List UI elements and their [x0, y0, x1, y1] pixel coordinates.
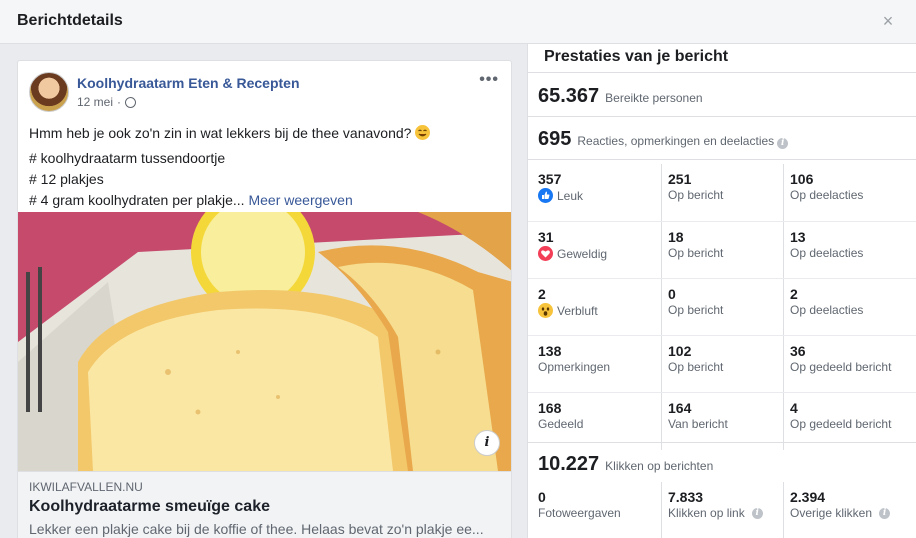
other-clicks: 2.394 — [790, 489, 826, 505]
divider — [528, 159, 916, 160]
post-card: Koolhydraatarm Eten & Recepten 12 mei · … — [17, 60, 512, 538]
photo-views: 0 — [538, 489, 546, 505]
post-preview-area: Koolhydraatarm Eten & Recepten 12 mei · … — [0, 44, 527, 538]
wow-label: Verbluft — [557, 303, 598, 318]
comments-on-shared-label: Op gedeeld bericht — [790, 360, 892, 374]
modal-title: Berichtdetails — [17, 12, 123, 29]
info-icon[interactable]: i — [777, 138, 789, 149]
engagement-block: 695 Reacties, opmerkingen en deelacties i — [528, 116, 916, 159]
more-options-icon[interactable]: ••• — [479, 71, 499, 89]
comments-total: 138 — [538, 343, 562, 359]
love-total: 31 — [538, 229, 554, 245]
clicks-value: 10.227 — [538, 453, 600, 475]
see-more-link[interactable]: Meer weergeven — [248, 192, 352, 208]
post-text-line: Hmm heb je ook zo'n zin in wat lekkers b… — [29, 125, 412, 141]
hashtag-line: # koolhydraatarm tussendoortje — [29, 150, 226, 166]
shares-from-post: 164 — [668, 400, 692, 416]
post-image[interactable]: i — [18, 212, 511, 471]
reach-value: 65.367 — [538, 85, 600, 107]
wow-reaction-icon — [538, 303, 553, 318]
post-text: Hmm heb je ook zo'n zin in wat lekkers b… — [29, 123, 499, 211]
stat-row-likes: 357 Leuk 251 Op bericht 106 Op deelactie… — [528, 164, 916, 221]
wow-total: 2 — [538, 286, 546, 302]
wow-on-shares: 2 — [790, 286, 798, 302]
comments-on-shared: 36 — [790, 343, 806, 359]
link-preview[interactable]: IKWILAFVALLEN.NU Koolhydraatarme smeuïge… — [18, 471, 511, 538]
wow-on-shares-label: Op deelacties — [790, 303, 864, 317]
hashtag-line: # 12 plakjes — [29, 171, 104, 187]
reach-label: Bereikte personen — [605, 91, 703, 105]
stat-row-comments: 138 Opmerkingen 102 Op bericht 36 Op ged… — [528, 335, 916, 393]
stat-row-love: 31 Geweldig 18 Op bericht 13 Op deelacti… — [528, 221, 916, 279]
wow-on-post-label: Op bericht — [668, 303, 724, 317]
performance-panel: Prestaties van je bericht 65.367 Bereikte… — [527, 44, 916, 538]
love-on-shares: 13 — [790, 229, 806, 245]
shares-on-shared: 4 — [790, 400, 798, 416]
info-icon[interactable]: i — [751, 507, 763, 519]
shares-total: 168 — [538, 400, 562, 416]
modal-header: Berichtdetails × — [0, 0, 916, 44]
stat-row-shares: 168 Gedeeld 164 Van bericht 4 Op gedeeld… — [528, 392, 916, 450]
love-on-post: 18 — [668, 229, 684, 245]
likes-total: 357 — [538, 171, 562, 187]
like-reaction-icon — [538, 188, 553, 203]
photo-views-label: Fotoweergaven — [538, 506, 621, 520]
likes-label: Leuk — [557, 188, 584, 203]
reach-block: 65.367 Bereikte personen — [528, 72, 916, 116]
post-date[interactable]: 12 mei — [77, 95, 113, 109]
shares-on-shared-label: Op gedeeld bericht — [790, 417, 892, 431]
clicks-block: 10.227 Klikken op berichten — [528, 442, 916, 482]
link-description: Lekker een plakje cake bij de koffie of … — [29, 521, 484, 537]
love-label: Geweldig — [557, 246, 608, 261]
comments-on-post: 102 — [668, 343, 692, 359]
love-on-post-label: Op bericht — [668, 246, 724, 260]
post-meta: 12 mei · — [77, 95, 137, 109]
stat-row-wow: 2 Verbluft 0 Op bericht 2 Op deelacties — [528, 278, 916, 336]
link-title[interactable]: Koolhydraatarme smeuïge cake — [29, 498, 270, 516]
info-icon[interactable]: i — [474, 430, 500, 456]
wow-on-post: 0 — [668, 286, 676, 302]
globe-icon — [125, 96, 137, 108]
engagement-value: 695 — [538, 128, 572, 150]
smiling-emoji-icon — [415, 125, 431, 140]
info-icon[interactable]: i — [879, 507, 891, 519]
link-domain: IKWILAFVALLEN.NU — [29, 480, 143, 494]
stat-row-clicks: 0 Fotoweergaven 7.833 Klikken op link i 2… — [528, 482, 916, 538]
shares-label: Gedeeld — [538, 417, 584, 431]
meta-separator: · — [117, 95, 122, 109]
love-reaction-icon — [538, 246, 553, 261]
likes-on-post: 251 — [668, 171, 692, 187]
shares-from-post-label: Van bericht — [668, 417, 728, 431]
link-clicks-label: Klikken op link — [668, 506, 745, 520]
close-button[interactable]: × — [878, 11, 898, 31]
page-name-link[interactable]: Koolhydraatarm Eten & Recepten — [77, 75, 300, 91]
comments-label: Opmerkingen — [538, 360, 611, 374]
performance-title: Prestaties van je bericht — [544, 48, 729, 65]
likes-on-shares-label: Op deelacties — [790, 188, 864, 202]
hashtag-line: # 4 gram koolhydraten per plakje... — [29, 192, 245, 208]
comments-on-post-label: Op bericht — [668, 360, 724, 374]
page-avatar[interactable] — [29, 72, 69, 112]
likes-on-shares: 106 — [790, 171, 814, 187]
clicks-label: Klikken op berichten — [605, 459, 714, 473]
engagement-label: Reacties, opmerkingen en deelacties — [577, 134, 775, 148]
other-clicks-label: Overige klikken — [790, 506, 873, 520]
love-on-shares-label: Op deelacties — [790, 246, 864, 260]
likes-on-post-label: Op bericht — [668, 188, 724, 202]
link-clicks: 7.833 — [668, 489, 704, 505]
